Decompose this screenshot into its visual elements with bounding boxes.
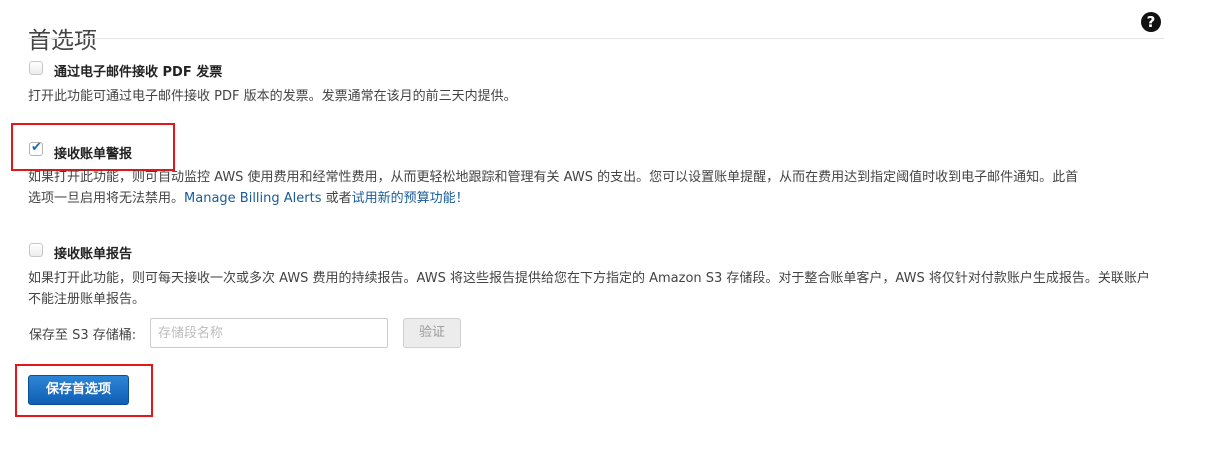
billing-alerts-description-line1: 如果打开此功能，则可自动监控 AWS 使用费用和经常性费用，从而更轻松地跟踪和管… bbox=[28, 170, 1079, 185]
billing-reports-checkbox[interactable] bbox=[29, 243, 43, 257]
s3-bucket-label: 保存至 S3 存储桶: bbox=[29, 328, 137, 343]
billing-reports-label: 接收账单报告 bbox=[54, 247, 133, 262]
checkmark-icon: ✔ bbox=[31, 140, 42, 155]
billing-reports-description: 如果打开此功能，则可每天接收一次或多次 AWS 费用的持续报告。AWS 将这些报… bbox=[28, 271, 1150, 307]
billing-alerts-description-line2: 选项一旦启用将无法禁用。 bbox=[28, 191, 185, 206]
verify-button[interactable]: 验证 bbox=[403, 318, 461, 348]
link-connector: 或者 bbox=[321, 191, 352, 206]
pdf-invoice-label: 通过电子邮件接收 PDF 发票 bbox=[54, 65, 223, 80]
billing-alerts-label: 接收账单警报 bbox=[54, 147, 133, 162]
s3-bucket-input[interactable] bbox=[150, 318, 388, 348]
billing-alerts-checkbox[interactable]: ✔ bbox=[29, 140, 43, 156]
pdf-invoice-checkbox[interactable] bbox=[29, 61, 43, 75]
question-circle-icon[interactable]: ? bbox=[1141, 12, 1161, 32]
pdf-invoice-description: 打开此功能可通过电子邮件接收 PDF 版本的发票。发票通常在该月的前三天内提供。 bbox=[28, 89, 517, 104]
title-divider bbox=[28, 38, 1164, 39]
save-preferences-button[interactable]: 保存首选项 bbox=[28, 375, 129, 405]
try-budgets-link[interactable]: 试用新的预算功能！ bbox=[352, 191, 469, 206]
manage-billing-alerts-link[interactable]: Manage Billing Alerts bbox=[184, 191, 321, 206]
billing-alerts-description: 如果打开此功能，则可自动监控 AWS 使用费用和经常性费用，从而更轻松地跟踪和管… bbox=[28, 167, 1168, 209]
